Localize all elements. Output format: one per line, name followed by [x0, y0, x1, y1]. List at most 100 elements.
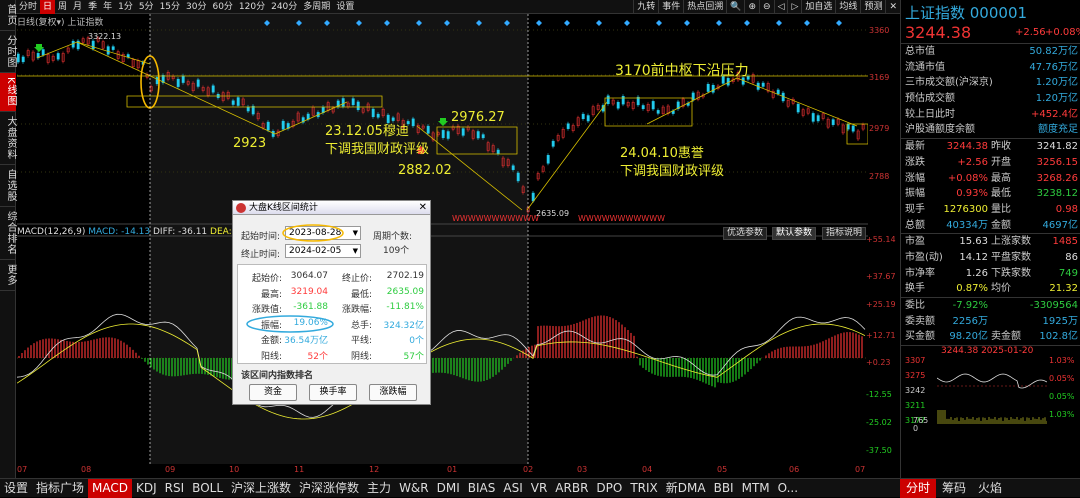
indicator-tab[interactable]: O... — [774, 479, 802, 498]
period-tab[interactable]: 多周期 — [300, 0, 333, 14]
toolbar-action[interactable]: ◁ — [773, 0, 788, 14]
macd-param-button[interactable]: 指标说明 — [822, 227, 867, 240]
period-tab[interactable]: 15分 — [157, 0, 183, 14]
left-nav-item[interactable]: 自选股 — [0, 165, 16, 207]
stat-key: 阳线: — [260, 351, 282, 362]
toolbar-action[interactable]: 🔍 — [726, 0, 744, 14]
indicator-tab[interactable]: ASI — [499, 479, 526, 498]
quote-value: 0.98 — [1055, 203, 1078, 215]
indicator-tab[interactable]: DMI — [433, 479, 464, 498]
quote-label: 现手 — [905, 203, 925, 215]
macd-param-button[interactable]: 优选参数 — [723, 227, 768, 240]
indicator-tab[interactable]: W&R — [395, 479, 433, 498]
macd-indicator-label: MACD(12,26,9) MACD: -14.13 DIFF: -36.11 … — [17, 227, 264, 237]
toolbar-action[interactable]: 热点回溯 — [683, 0, 726, 14]
toolbar-action[interactable]: 事件 — [658, 0, 683, 14]
quote-label: 换手 — [905, 283, 925, 295]
toolbar-action[interactable]: 预测 — [860, 0, 885, 14]
indicator-tab[interactable]: BBI — [710, 479, 738, 498]
indicator-tab[interactable]: 设置 — [0, 479, 32, 498]
left-nav-item[interactable]: 综合排名 — [0, 207, 16, 260]
indicator-tab[interactable]: TRIX — [626, 479, 661, 498]
indicator-tab[interactable]: 沪深上涨数 — [227, 479, 295, 498]
rank-by-change-button[interactable]: 涨跌幅 — [369, 384, 417, 401]
period-tab[interactable]: 日 — [40, 0, 56, 14]
period-tab[interactable]: 设置 — [333, 0, 357, 14]
indicator-tab[interactable]: 指标广场 — [32, 479, 88, 498]
toolbar-action[interactable]: 加自选 — [801, 0, 835, 14]
quote-label: 卖金额 — [991, 331, 1021, 343]
left-nav-item[interactable]: 大盘资料 — [0, 112, 16, 165]
period-tab[interactable]: 月 — [70, 0, 85, 14]
toolbar-action[interactable]: ▷ — [787, 0, 801, 14]
macd-param-button[interactable]: 默认参数 — [772, 227, 817, 240]
left-nav-item[interactable]: 首页 — [0, 0, 16, 31]
interval-stats-dialog[interactable]: 大盘K线区间统计 ✕ 起始时间: 2023-08-28 ▼ 终止时间: 2024-… — [232, 200, 431, 405]
left-nav-item[interactable]: K线图 — [0, 73, 16, 112]
panel-tab[interactable]: 火焰 — [972, 479, 1008, 498]
quote-value: +452.4亿 — [1030, 108, 1078, 120]
toolbar-action[interactable]: 九转 — [633, 0, 658, 14]
rank-by-turnover-button[interactable]: 换手率 — [309, 384, 357, 401]
high-price-label: 3322.13 — [88, 32, 122, 41]
period-tab[interactable]: 周 — [55, 0, 70, 14]
stat-value: -361.88 — [293, 302, 328, 312]
annotation-2882: 2882.02 — [398, 163, 452, 178]
rank-by-capital-button[interactable]: 资金 — [249, 384, 297, 401]
quote-value: 40334万 — [946, 219, 988, 231]
period-tab[interactable]: 1分 — [115, 0, 136, 14]
panel-tab[interactable]: 分时 — [900, 479, 937, 498]
quote-value: 0.93% — [956, 188, 988, 200]
indicator-tab[interactable]: 沪深涨停数 — [295, 479, 363, 498]
indicator-tab[interactable]: VR — [527, 479, 552, 498]
stat-key: 平线: — [350, 336, 372, 346]
dialog-titlebar[interactable]: 大盘K线区间统计 ✕ — [233, 201, 430, 215]
indicator-tab[interactable]: BOLL — [188, 479, 227, 498]
quote-row: 较上日此时 +452.4亿 — [901, 107, 1080, 123]
toolbar-action[interactable]: 均线 — [835, 0, 860, 14]
toolbar-action[interactable]: ⊖ — [759, 0, 774, 14]
quote-header: 上证指数 000001 3244.38 +2.56 +0.08% — [901, 0, 1080, 44]
indicator-tab[interactable]: BIAS — [464, 479, 500, 498]
indicator-tab[interactable]: ARBR — [551, 479, 592, 498]
quote-value: 14.12 — [959, 251, 988, 263]
indicator-tab[interactable]: MACD — [88, 479, 133, 498]
period-tab[interactable]: 240分 — [268, 0, 300, 14]
stat-value: -11.81% — [386, 302, 424, 312]
period-tab[interactable]: 30分 — [183, 0, 209, 14]
diff-value: DIFF: -36.11 — [153, 227, 208, 237]
period-tab[interactable]: 季 — [85, 0, 100, 14]
mini-axis-label: 0.05% — [1049, 374, 1075, 384]
left-nav-item[interactable]: 分时图 — [0, 31, 16, 73]
index-change: +2.56 — [1015, 27, 1046, 38]
stat-key: 最低: — [350, 289, 372, 300]
kline-chart[interactable] — [17, 14, 868, 478]
price-axis-label: 2979 — [869, 124, 890, 133]
indicator-tab[interactable]: MTM — [738, 479, 774, 498]
mini-intraday-chart[interactable]: 3244.38 2025-01-20 3307 3275 3242 3211 3177 1… — [901, 345, 1080, 433]
indicator-tab[interactable]: KDJ — [132, 479, 161, 498]
left-nav-item[interactable]: 更多 — [0, 260, 16, 291]
quote-value: 3256.15 — [1036, 156, 1078, 168]
macd-name: MACD(12,26,9) — [17, 227, 86, 237]
period-tab[interactable]: 120分 — [236, 0, 268, 14]
period-tab[interactable]: 60分 — [209, 0, 235, 14]
toolbar-action[interactable]: ⊕ — [744, 0, 759, 14]
end-date-picker[interactable]: 2024-02-05 ▼ — [285, 244, 361, 258]
indicator-tab[interactable]: 主力 — [363, 479, 395, 498]
quote-value: 1925万 — [1042, 315, 1078, 327]
period-tab[interactable]: 分时 — [16, 0, 40, 14]
end-time-label: 终止时间: — [241, 250, 281, 260]
indicator-tab[interactable]: RSI — [161, 479, 189, 498]
period-tab[interactable]: 5分 — [136, 0, 157, 14]
close-icon[interactable]: ✕ — [419, 201, 427, 215]
macd-axis-label: +55.14 — [866, 235, 896, 244]
toolbar-action[interactable]: ✕ — [885, 0, 900, 14]
period-tab[interactable]: 年 — [100, 0, 115, 14]
quote-value: 47.76万亿 — [1029, 61, 1078, 73]
macd-axis-label: -37.50 — [866, 446, 892, 455]
indicator-tab[interactable]: DPO — [592, 479, 626, 498]
panel-tab[interactable]: 筹码 — [936, 479, 972, 498]
indicator-tab[interactable]: 新DMA — [662, 479, 710, 498]
quote-label: 涨跌 — [905, 156, 925, 168]
